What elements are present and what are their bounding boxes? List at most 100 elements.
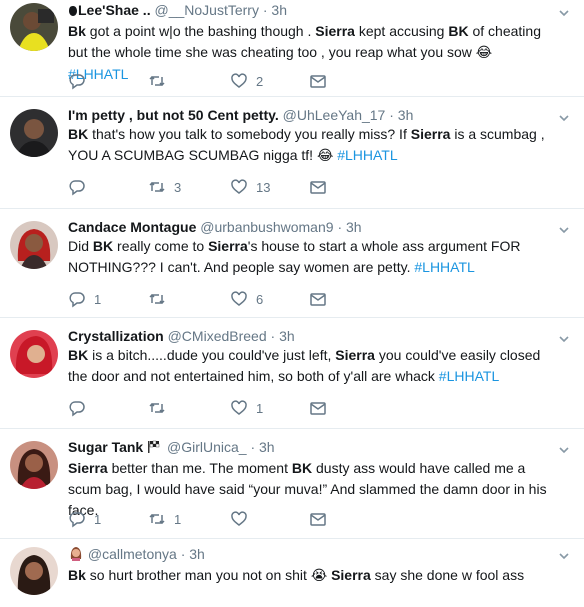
user-handle[interactable]: @GirlUnica_ <box>167 439 247 455</box>
chevron-down-icon[interactable] <box>558 6 570 18</box>
message-button[interactable] <box>309 177 327 197</box>
display-name[interactable]: Lee'Shae .. <box>78 2 151 18</box>
like-count: 2 <box>256 73 264 89</box>
avatar[interactable] <box>10 3 58 51</box>
user-handle[interactable]: @CMixedBreed <box>168 328 267 344</box>
chevron-down-icon[interactable] <box>558 111 570 123</box>
user-handle[interactable]: @__NoJustTerry <box>154 2 258 18</box>
text-segment: kept accusing <box>354 23 449 39</box>
tweet-text: Bk so hurt brother man you not on shit 😭… <box>68 565 556 587</box>
hashtag-link[interactable]: #LHHATL <box>414 259 474 275</box>
retweet-button[interactable] <box>148 71 174 91</box>
tweet-text: Did BK really come to Sierra's house to … <box>68 236 556 278</box>
text-segment: that's how you talk to somebody you real… <box>88 126 411 142</box>
emoji-icon: 😭 <box>310 568 328 584</box>
reply-count: 1 <box>94 511 102 527</box>
separator-dot: · <box>337 219 343 235</box>
timestamp[interactable]: 3h <box>398 107 414 123</box>
retweet-button[interactable] <box>148 289 174 309</box>
reply-button[interactable]: 1 <box>68 289 101 309</box>
text-segment: got a point w|o the bashing though . <box>85 23 316 39</box>
chevron-down-icon[interactable] <box>558 549 570 561</box>
hashtag-link[interactable]: #LHHATL <box>439 368 499 384</box>
like-icon <box>230 72 248 90</box>
keyword: BK <box>68 347 89 363</box>
avatar[interactable] <box>10 221 58 269</box>
keyword: BK <box>291 460 313 476</box>
tweet-header: Lee'Shae .. @__NoJustTerry · 3h <box>68 1 556 21</box>
emoji-icon: 😂 <box>475 45 493 61</box>
avatar[interactable] <box>10 330 58 378</box>
keyword: Sierra <box>331 567 371 583</box>
like-count: 1 <box>256 400 264 416</box>
keyword: Sierra <box>208 238 248 254</box>
user-handle[interactable]: @UhLeeYah_17 <box>283 107 386 123</box>
tweet[interactable]: Candace Montague @urbanbushwoman9 · 3h D… <box>0 209 584 318</box>
like-button[interactable]: 1 <box>230 398 263 418</box>
chevron-down-icon[interactable] <box>558 332 570 344</box>
user-handle[interactable]: @urbanbushwoman9 <box>200 219 333 235</box>
message-button[interactable] <box>309 71 327 91</box>
timestamp[interactable]: 3h <box>271 2 287 18</box>
reply-button[interactable]: 1 <box>68 509 101 529</box>
tweet-feed: Lee'Shae .. @__NoJustTerry · 3h Bk got a… <box>0 0 584 607</box>
keyword: Bk <box>68 567 86 583</box>
avatar[interactable] <box>10 109 58 157</box>
keyword: Bk <box>68 23 86 39</box>
tweet[interactable]: @callmetonya · 3h Bk so hurt brother man… <box>0 539 584 607</box>
retweet-icon <box>148 178 166 196</box>
message-icon <box>309 510 327 528</box>
keyword: Sierra <box>410 126 451 142</box>
display-name[interactable]: Sugar Tank <box>68 439 143 455</box>
tweet-content: Crystallization @CMixedBreed · 3h BK is … <box>68 327 556 387</box>
tweet-header: Sugar Tank @GirlUnica_ · 3h <box>68 438 556 458</box>
display-name[interactable]: I'm petty , but not 50 Cent petty. <box>68 107 279 123</box>
timestamp[interactable]: 3h <box>279 328 295 344</box>
tweet-text: BK is a bitch.....dude you could've just… <box>68 345 556 387</box>
reply-button[interactable] <box>68 398 94 418</box>
like-button[interactable] <box>230 509 256 529</box>
user-handle[interactable]: @callmetonya <box>88 546 177 562</box>
keyword: Sierra <box>68 460 108 476</box>
retweet-button[interactable]: 3 <box>148 177 181 197</box>
chevron-down-icon[interactable] <box>558 443 570 455</box>
tweet-content: Candace Montague @urbanbushwoman9 · 3h D… <box>68 218 556 278</box>
avatar[interactable] <box>10 441 58 489</box>
timestamp[interactable]: 3h <box>259 439 275 455</box>
keyword: BK <box>92 238 114 254</box>
tweet[interactable]: Crystallization @CMixedBreed · 3h BK is … <box>0 318 584 429</box>
like-button[interactable]: 13 <box>230 177 270 197</box>
separator-dot: · <box>270 328 276 344</box>
timestamp[interactable]: 3h <box>189 546 205 562</box>
reply-icon <box>68 290 86 308</box>
message-button[interactable] <box>309 509 327 529</box>
keyword: Sierra <box>335 347 375 363</box>
like-icon <box>230 399 248 417</box>
chevron-down-icon[interactable] <box>558 223 570 235</box>
tweet[interactable]: Lee'Shae .. @__NoJustTerry · 3h Bk got a… <box>0 0 584 97</box>
reply-button[interactable] <box>68 177 94 197</box>
display-name[interactable]: Candace Montague <box>68 219 196 235</box>
like-button[interactable]: 2 <box>230 71 263 91</box>
text-segment: really come to <box>113 238 209 254</box>
like-count: 13 <box>256 179 271 195</box>
display-name[interactable]: Crystallization <box>68 328 164 344</box>
retweet-button[interactable] <box>148 398 174 418</box>
tweet[interactable]: Sugar Tank @GirlUnica_ · 3h Sierra bette… <box>0 429 584 539</box>
timestamp[interactable]: 3h <box>346 219 362 235</box>
retweet-icon <box>148 399 166 417</box>
checkered-flag-icon <box>147 440 163 458</box>
keyword: BK <box>68 126 89 142</box>
tweet[interactable]: I'm petty , but not 50 Cent petty. @UhLe… <box>0 97 584 209</box>
tweet-header: @callmetonya · 3h <box>68 545 556 565</box>
like-icon <box>230 178 248 196</box>
hashtag-link[interactable]: #LHHATL <box>337 147 397 163</box>
reply-count: 1 <box>94 291 102 307</box>
message-button[interactable] <box>309 398 327 418</box>
like-button[interactable]: 6 <box>230 289 263 309</box>
retweet-button[interactable]: 1 <box>148 509 181 529</box>
avatar[interactable] <box>10 547 58 595</box>
reply-button[interactable] <box>68 71 94 91</box>
retweet-icon <box>148 290 166 308</box>
message-button[interactable] <box>309 289 327 309</box>
